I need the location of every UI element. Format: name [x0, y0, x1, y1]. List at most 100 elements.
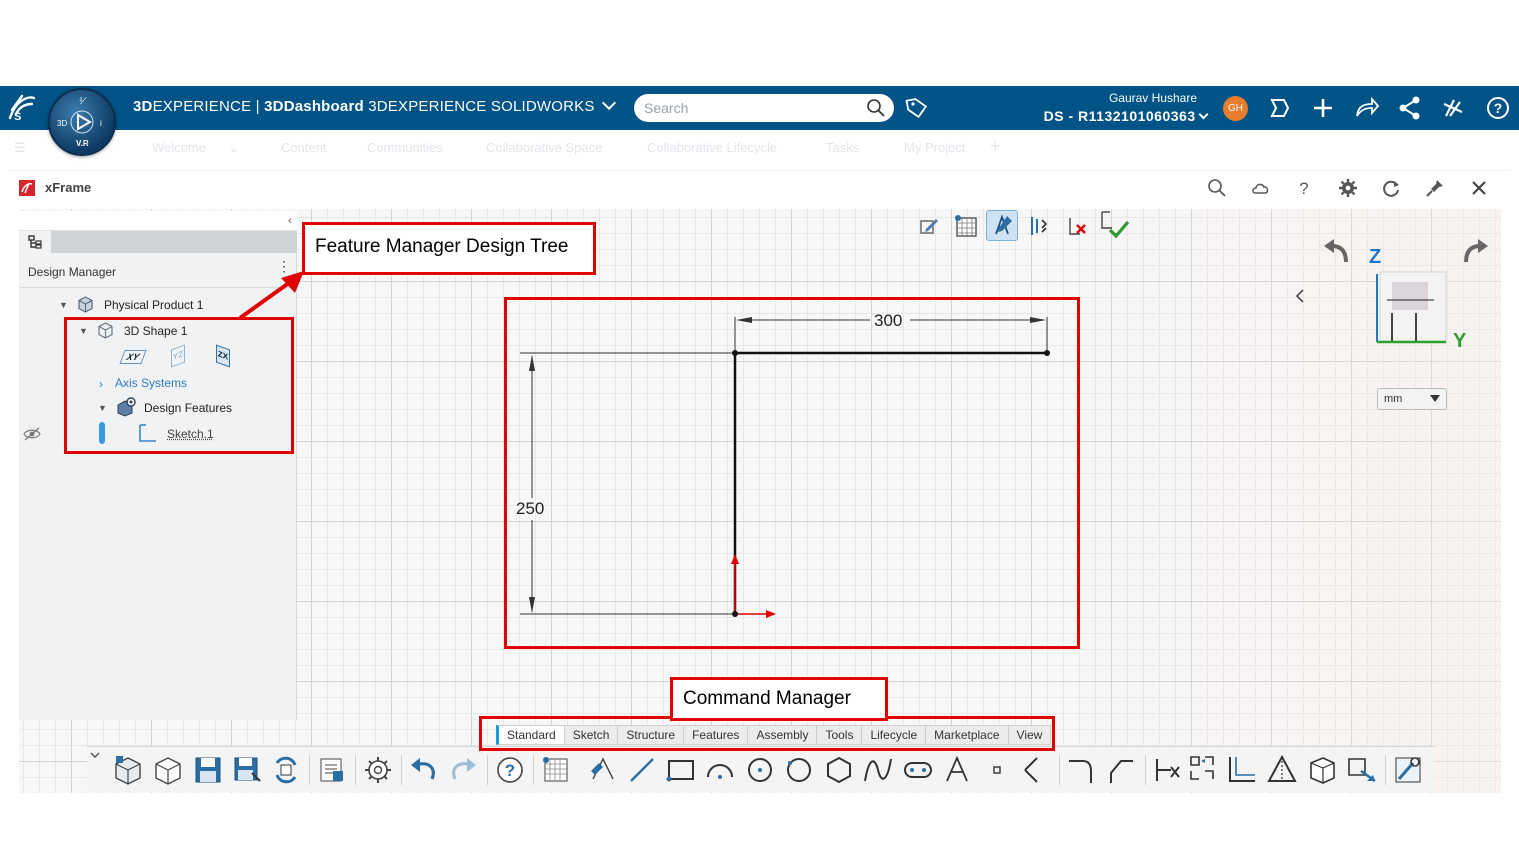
collapse-panel-icon[interactable]: ‹: [288, 213, 292, 227]
tab-my-project[interactable]: My Project: [904, 140, 965, 155]
rectangle-icon[interactable]: [664, 753, 698, 787]
cloud-icon[interactable]: [1250, 177, 1272, 199]
exit-sketch-accept-icon[interactable]: [1098, 208, 1130, 240]
add-icon[interactable]: [1309, 94, 1337, 122]
tab-tasks[interactable]: Tasks: [826, 140, 859, 155]
tenant-selector[interactable]: DS - R1132101060363: [1043, 108, 1209, 124]
help-icon[interactable]: ?: [493, 753, 527, 787]
svg-text:?: ?: [505, 761, 515, 780]
svg-text:i: i: [100, 119, 102, 128]
view-cube-z-label: Z: [1369, 246, 1382, 268]
polygon-icon[interactable]: [822, 753, 856, 787]
perimeter-circle-icon[interactable]: [782, 753, 816, 787]
share-arrow-icon[interactable]: [1352, 94, 1380, 122]
pin-icon[interactable]: [1424, 177, 1446, 199]
tab-collaborative-space[interactable]: Collaborative Space: [486, 140, 602, 155]
redo-icon[interactable]: [446, 753, 480, 787]
repair-sketch-icon[interactable]: [1391, 753, 1425, 787]
toolbar-separator: [1059, 755, 1060, 785]
share-network-icon[interactable]: [1396, 94, 1424, 122]
sketch-fillet-icon[interactable]: [1065, 753, 1099, 787]
arc-icon[interactable]: [703, 753, 737, 787]
user-name[interactable]: Gaurav Hushare: [1109, 91, 1197, 105]
sketch-grid-icon[interactable]: [539, 753, 573, 787]
hide-eye-icon[interactable]: [23, 426, 41, 442]
rotate-right-icon[interactable]: [1460, 238, 1490, 266]
smart-dimension-icon[interactable]: [585, 753, 619, 787]
rotate-left-icon[interactable]: [1322, 238, 1352, 266]
panel-tabs: [19, 231, 297, 253]
save-icon[interactable]: [191, 753, 225, 787]
sketch-chamfer-icon[interactable]: [1105, 753, 1139, 787]
circle-icon[interactable]: [743, 753, 777, 787]
search-icon[interactable]: [1206, 177, 1228, 199]
sketch-pencil-icon: [995, 214, 1012, 235]
dassault-logo-icon[interactable]: S: [6, 92, 40, 124]
trim-entities-icon[interactable]: [1151, 753, 1185, 787]
feature-tree-highlight: [64, 317, 294, 454]
line-icon[interactable]: [625, 753, 659, 787]
revision-icon[interactable]: [269, 753, 303, 787]
gear-icon[interactable]: [361, 753, 395, 787]
help-icon[interactable]: ?: [1484, 94, 1512, 122]
tab-content[interactable]: Content: [281, 140, 327, 155]
units-select[interactable]: mm: [1377, 388, 1447, 410]
new-shape-icon[interactable]: [151, 753, 185, 787]
view-cube[interactable]: [1372, 268, 1452, 348]
tab-communities[interactable]: Communities: [367, 140, 443, 155]
compass-play-icon: 3D V.R ⅟ i: [57, 96, 102, 148]
menu-icon[interactable]: ☰: [14, 140, 26, 156]
expand-arrow-icon[interactable]: ▼: [59, 300, 68, 310]
chevron-down-icon[interactable]: [601, 95, 617, 111]
extrude-icon[interactable]: [1305, 753, 1339, 787]
activity-stream-icon[interactable]: [1266, 94, 1294, 122]
help-icon[interactable]: ?: [1293, 177, 1315, 199]
platform-brand[interactable]: 3DEXPERIENCE | 3DDashboard 3DEXPERIENCE …: [133, 95, 617, 115]
collapse-toolbar-icon[interactable]: [87, 747, 103, 763]
spline-icon[interactable]: [861, 753, 895, 787]
avatar[interactable]: GH: [1223, 96, 1248, 121]
close-icon[interactable]: [1468, 177, 1490, 199]
point-icon[interactable]: [980, 753, 1014, 787]
instant-2d-icon[interactable]: [1345, 753, 1379, 787]
search-icon[interactable]: [866, 98, 886, 118]
new-part-icon[interactable]: [111, 753, 145, 787]
sketch-options-icon[interactable]: [1028, 214, 1050, 238]
apps-compass-icon[interactable]: [1440, 94, 1468, 122]
text-icon[interactable]: [940, 753, 974, 787]
import-icon[interactable]: [315, 753, 349, 787]
chevron-left-icon[interactable]: [1292, 287, 1308, 305]
grid-toggle-icon[interactable]: [952, 212, 980, 240]
sketch-highlight: [504, 297, 1080, 649]
tree-item-physical-product[interactable]: Physical Product 1: [104, 298, 203, 312]
compass-vr-label: V.R: [76, 139, 89, 148]
gear-icon[interactable]: [1337, 177, 1359, 199]
tenant-label: DS - R1132101060363: [1043, 108, 1196, 124]
sketch-edit-icon[interactable]: [918, 215, 940, 237]
slot-icon[interactable]: [901, 753, 935, 787]
tab-welcome[interactable]: Welcome: [152, 140, 206, 155]
tag-icon[interactable]: [905, 96, 929, 120]
add-tab-button[interactable]: +: [990, 136, 1001, 157]
offset-entities-icon[interactable]: [1225, 753, 1259, 787]
convert-entities-icon[interactable]: [1187, 753, 1221, 787]
tab-collaborative-lifecycle[interactable]: Collaborative Lifecycle: [647, 140, 777, 155]
more-options-icon[interactable]: ⋮: [277, 259, 291, 273]
centerline-icon[interactable]: [1019, 753, 1053, 787]
sketch-mode-button[interactable]: [986, 210, 1018, 241]
chevron-down-icon[interactable]: ⌄: [228, 140, 239, 156]
design-manager-panel: ‹ Design Manager ⋮ ▼ Physical Product 1 …: [19, 211, 297, 720]
exit-sketch-discard-icon[interactable]: [1066, 214, 1090, 238]
undo-icon[interactable]: [407, 753, 441, 787]
search-field[interactable]: [634, 94, 894, 122]
brand-prefix: 3D: [133, 98, 153, 115]
compass-widget[interactable]: 3D V.R ⅟ i: [48, 88, 116, 156]
tab-feature-tree[interactable]: [19, 231, 51, 253]
compass-3d-label: 3D: [57, 119, 67, 128]
toolbar-separator: [1145, 755, 1146, 785]
callout-feature-tree: Feature Manager Design Tree: [302, 222, 596, 275]
save-with-options-icon[interactable]: [230, 753, 264, 787]
mirror-entities-icon[interactable]: [1265, 753, 1299, 787]
refresh-icon[interactable]: [1380, 177, 1402, 199]
search-input[interactable]: [644, 98, 854, 118]
